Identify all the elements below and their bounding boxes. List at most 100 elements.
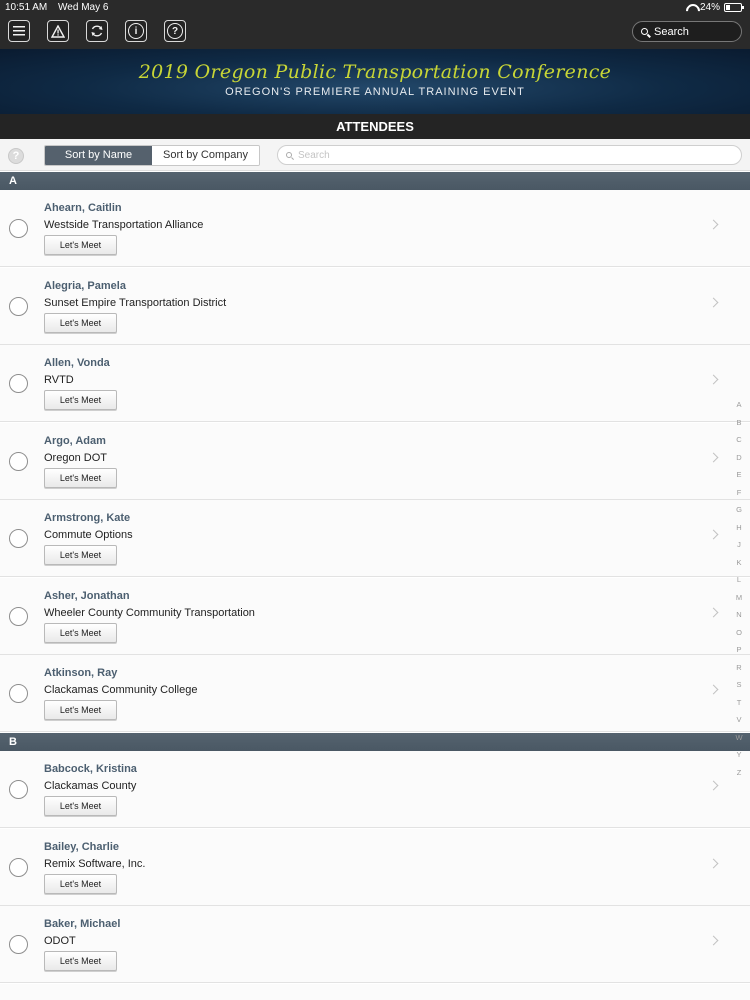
index-letter[interactable]: B bbox=[732, 414, 746, 432]
index-letter[interactable]: R bbox=[732, 659, 746, 677]
status-bar: 10:51 AM Wed May 6 24% bbox=[0, 0, 750, 15]
sort-by-company-tab[interactable]: Sort by Company bbox=[152, 146, 259, 165]
lets-meet-button[interactable]: Let's Meet bbox=[44, 390, 117, 410]
refresh-icon bbox=[91, 25, 103, 37]
help-toolbar-button[interactable]: ? bbox=[164, 20, 186, 42]
attendee-name: Allen, Vonda bbox=[44, 357, 110, 369]
menu-button[interactable] bbox=[8, 20, 30, 42]
lets-meet-button[interactable]: Let's Meet bbox=[44, 700, 117, 720]
attendee-company: Commute Options bbox=[44, 529, 133, 541]
info-button[interactable]: i bbox=[125, 20, 147, 42]
select-radio[interactable] bbox=[9, 780, 28, 799]
battery-percent: 24% bbox=[699, 2, 720, 13]
chevron-right-icon bbox=[708, 780, 719, 791]
question-icon: ? bbox=[167, 23, 183, 39]
attendee-row-partial[interactable] bbox=[0, 984, 750, 1000]
index-letter[interactable]: F bbox=[732, 484, 746, 502]
index-letter[interactable]: P bbox=[732, 641, 746, 659]
attendee-row[interactable]: Baker, Michael ODOT Let's Meet bbox=[0, 906, 750, 983]
select-radio[interactable] bbox=[9, 607, 28, 626]
toolbar-search-label: Search bbox=[654, 25, 689, 38]
index-letter[interactable]: Y bbox=[732, 746, 746, 764]
select-radio[interactable] bbox=[9, 935, 28, 954]
index-letter[interactable]: C bbox=[732, 431, 746, 449]
warning-icon bbox=[51, 24, 65, 38]
lets-meet-button[interactable]: Let's Meet bbox=[44, 951, 117, 971]
lets-meet-button[interactable]: Let's Meet bbox=[44, 313, 117, 333]
index-letter[interactable]: H bbox=[732, 519, 746, 537]
select-radio[interactable] bbox=[9, 529, 28, 548]
index-letter[interactable]: O bbox=[732, 624, 746, 642]
index-letter[interactable]: L bbox=[732, 571, 746, 589]
attendee-name: Armstrong, Kate bbox=[44, 512, 131, 524]
search-icon bbox=[641, 28, 648, 35]
select-radio[interactable] bbox=[9, 858, 28, 877]
attendee-company: Sunset Empire Transportation District bbox=[44, 297, 227, 309]
index-letter[interactable]: T bbox=[732, 694, 746, 712]
attendee-name: Argo, Adam bbox=[44, 435, 106, 447]
select-radio[interactable] bbox=[9, 219, 28, 238]
select-radio[interactable] bbox=[9, 374, 28, 393]
index-letter[interactable]: S bbox=[732, 676, 746, 694]
attendee-row[interactable]: Atkinson, Ray Clackamas Community Colleg… bbox=[0, 655, 750, 732]
index-letter[interactable]: G bbox=[732, 501, 746, 519]
index-letter[interactable]: M bbox=[732, 589, 746, 607]
help-icon: ? bbox=[12, 150, 20, 162]
attendee-company: Wheeler County Community Transportation bbox=[44, 607, 255, 619]
index-letter[interactable]: Z bbox=[732, 764, 746, 782]
index-letter[interactable]: A bbox=[732, 396, 746, 414]
chevron-right-icon bbox=[708, 219, 719, 230]
attendee-company: Clackamas County bbox=[44, 780, 137, 792]
index-letter[interactable]: J bbox=[732, 536, 746, 554]
lets-meet-button[interactable]: Let's Meet bbox=[44, 623, 117, 643]
lets-meet-button[interactable]: Let's Meet bbox=[44, 545, 117, 565]
chevron-right-icon bbox=[708, 684, 719, 695]
attendee-row[interactable]: Alegria, Pamela Sunset Empire Transporta… bbox=[0, 268, 750, 345]
attendee-row[interactable]: Allen, Vonda RVTD Let's Meet bbox=[0, 345, 750, 422]
attendee-name: Babcock, Kristina bbox=[44, 763, 137, 775]
toolbar: i ? Search bbox=[0, 15, 750, 49]
toolbar-search[interactable]: Search bbox=[632, 21, 742, 42]
attendee-row[interactable]: Babcock, Kristina Clackamas County Let's… bbox=[0, 751, 750, 828]
chevron-right-icon bbox=[708, 529, 719, 540]
select-radio[interactable] bbox=[9, 684, 28, 703]
index-letter[interactable]: V bbox=[732, 711, 746, 729]
attendee-company: Clackamas Community College bbox=[44, 684, 198, 696]
index-letter[interactable]: N bbox=[732, 606, 746, 624]
index-letter[interactable]: K bbox=[732, 554, 746, 572]
status-time: 10:51 AM bbox=[5, 2, 48, 13]
lets-meet-button[interactable]: Let's Meet bbox=[44, 874, 117, 894]
attendee-row[interactable]: Ahearn, Caitlin Westside Transportation … bbox=[0, 190, 750, 267]
attendee-name: Ahearn, Caitlin bbox=[44, 202, 122, 214]
index-letter[interactable]: E bbox=[732, 466, 746, 484]
select-radio[interactable] bbox=[9, 452, 28, 471]
attendee-company: Remix Software, Inc. bbox=[44, 858, 146, 870]
attendee-row[interactable]: Argo, Adam Oregon DOT Let's Meet bbox=[0, 423, 750, 500]
index-letter[interactable]: D bbox=[732, 449, 746, 467]
battery-icon bbox=[724, 3, 744, 12]
sort-by-name-tab[interactable]: Sort by Name bbox=[45, 146, 152, 165]
attendee-row[interactable]: Bailey, Charlie Remix Software, Inc. Let… bbox=[0, 829, 750, 906]
banner-title: 2019 Oregon Public Transportation Confer… bbox=[138, 61, 612, 83]
refresh-button[interactable] bbox=[86, 20, 108, 42]
attendee-row[interactable]: Armstrong, Kate Commute Options Let's Me… bbox=[0, 500, 750, 577]
help-button[interactable]: ? bbox=[8, 148, 24, 164]
attendee-search-input[interactable]: Search bbox=[277, 145, 742, 165]
banner-subtitle: OREGON'S PREMIERE ANNUAL TRAINING EVENT bbox=[225, 86, 525, 98]
attendee-name: Atkinson, Ray bbox=[44, 667, 118, 679]
chevron-right-icon bbox=[708, 374, 719, 385]
alert-button[interactable] bbox=[47, 20, 69, 42]
attendee-name: Baker, Michael bbox=[44, 918, 121, 930]
select-radio[interactable] bbox=[9, 297, 28, 316]
attendee-row[interactable]: Asher, Jonathan Wheeler County Community… bbox=[0, 578, 750, 655]
lets-meet-button[interactable]: Let's Meet bbox=[44, 235, 117, 255]
info-icon: i bbox=[128, 23, 144, 39]
alphabet-index[interactable]: ABCDEFGHJKLMNOPRSTVWYZ bbox=[732, 396, 746, 781]
status-left: 10:51 AM Wed May 6 bbox=[5, 2, 116, 13]
conference-banner: 2019 Oregon Public Transportation Confer… bbox=[0, 49, 750, 114]
attendee-name: Bailey, Charlie bbox=[44, 841, 119, 853]
chevron-right-icon bbox=[708, 607, 719, 618]
lets-meet-button[interactable]: Let's Meet bbox=[44, 468, 117, 488]
index-letter[interactable]: W bbox=[732, 729, 746, 747]
lets-meet-button[interactable]: Let's Meet bbox=[44, 796, 117, 816]
